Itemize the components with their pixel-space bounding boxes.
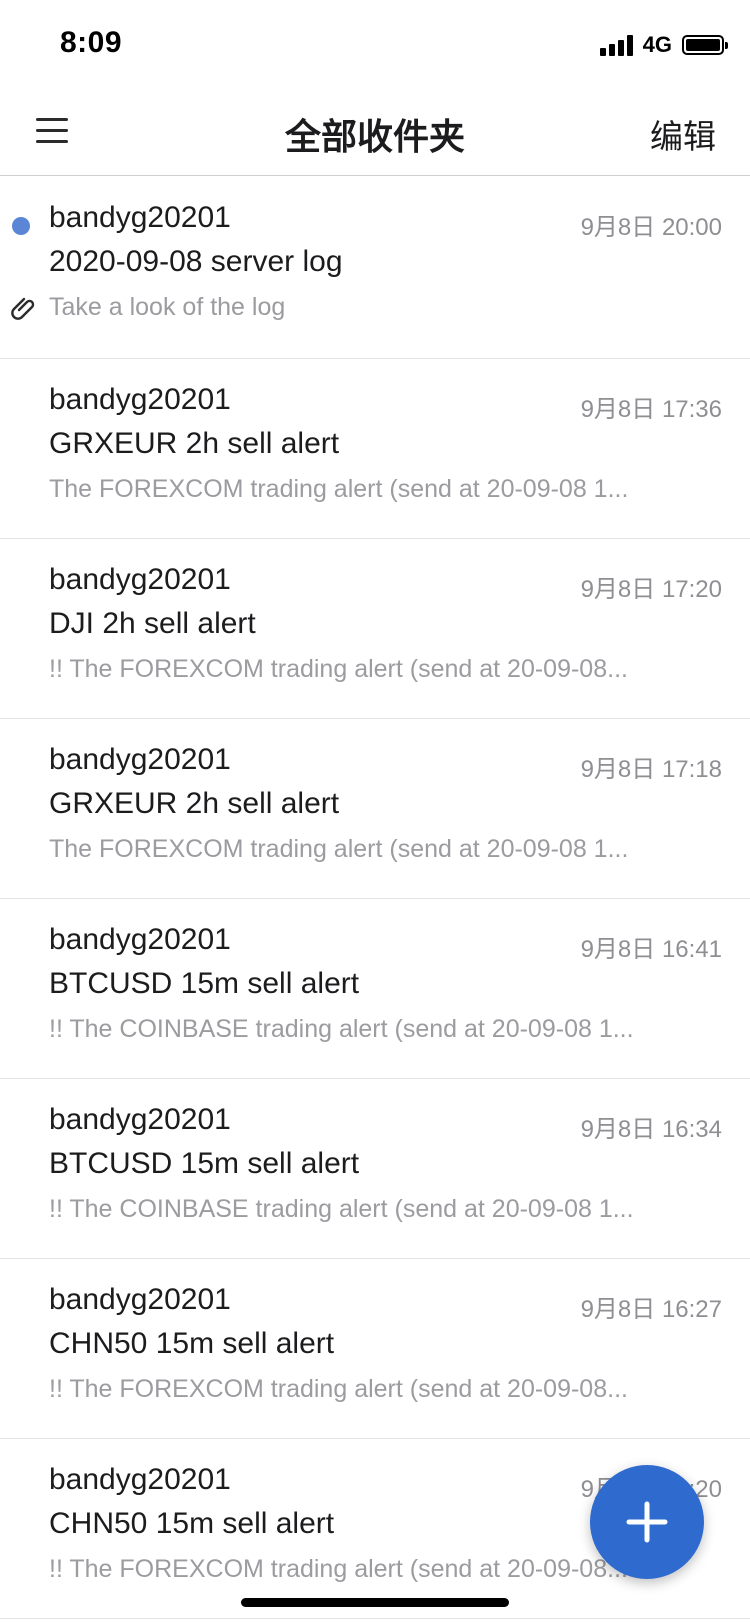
- mail-time: 9月8日 16:41: [580, 936, 722, 963]
- mail-sender: bandyg20201: [49, 383, 231, 416]
- mail-sender: bandyg20201: [49, 563, 231, 596]
- page-title: 全部收件夹: [284, 116, 465, 157]
- status-indicators: 4G: [599, 32, 728, 58]
- battery-level: [686, 39, 720, 51]
- mail-subject: GRXEUR 2h sell alert: [49, 427, 340, 460]
- mail-time: 9月8日 17:18: [580, 756, 722, 783]
- attachment-icon: [11, 297, 35, 320]
- battery-icon: [682, 35, 728, 55]
- mail-sender: bandyg20201: [49, 743, 231, 776]
- mail-preview: !! The FOREXCOM trading alert (send at 2…: [49, 655, 628, 683]
- mail-list: bandyg20201 9月8日 20:00 2020-09-08 server…: [0, 177, 750, 1619]
- mail-subject: BTCUSD 15m sell alert: [49, 1147, 360, 1180]
- network-type: 4G: [642, 32, 672, 57]
- mail-list-item[interactable]: bandyg20201 9月8日 16:41 BTCUSD 15m sell a…: [0, 899, 750, 1079]
- mail-sender: bandyg20201: [49, 1463, 231, 1496]
- mail-time: 9月8日 16:34: [580, 1116, 722, 1143]
- mail-preview: !! The FOREXCOM trading alert (send at 2…: [49, 1375, 628, 1403]
- edit-button[interactable]: 编辑: [650, 110, 716, 158]
- mail-time: 9月8日 17:20: [580, 576, 722, 603]
- mail-list-item[interactable]: bandyg20201 9月8日 20:00 2020-09-08 server…: [0, 177, 750, 359]
- mail-subject: 2020-09-08 server log: [49, 245, 343, 278]
- mail-subject: BTCUSD 15m sell alert: [49, 967, 360, 1000]
- mail-preview: Take a look of the log: [49, 293, 286, 321]
- mail-sender: bandyg20201: [49, 923, 231, 956]
- mail-list-item[interactable]: bandyg20201 9月8日 17:20 DJI 2h sell alert…: [0, 539, 750, 719]
- mail-list-item[interactable]: bandyg20201 9月8日 16:27 CHN50 15m sell al…: [0, 1259, 750, 1439]
- mail-preview: !! The COINBASE trading alert (send at 2…: [49, 1195, 634, 1223]
- mail-list-item[interactable]: bandyg20201 9月8日 16:34 BTCUSD 15m sell a…: [0, 1079, 750, 1259]
- cellular-signal-icon: [599, 34, 633, 56]
- mail-preview: The FOREXCOM trading alert (send at 20-0…: [49, 475, 629, 503]
- status-time: 8:09: [60, 26, 123, 59]
- mail-sender: bandyg20201: [49, 1103, 231, 1136]
- nav-bar: 全部收件夹 编辑: [0, 90, 750, 176]
- mail-time: 9月8日 17:36: [580, 396, 722, 423]
- mail-list-item[interactable]: bandyg20201 9月8日 17:36 GRXEUR 2h sell al…: [0, 359, 750, 539]
- home-indicator[interactable]: [241, 1598, 509, 1607]
- status-bar: 8:09 4G: [0, 0, 750, 90]
- mail-subject: CHN50 15m sell alert: [49, 1507, 335, 1540]
- plus-icon: [626, 1501, 668, 1543]
- compose-button[interactable]: [590, 1465, 704, 1579]
- mail-subject: CHN50 15m sell alert: [49, 1327, 335, 1360]
- mail-time: 9月8日 16:27: [580, 1296, 722, 1323]
- mail-preview: The FOREXCOM trading alert (send at 20-0…: [49, 835, 629, 863]
- mail-list-item[interactable]: bandyg20201 9月8日 17:18 GRXEUR 2h sell al…: [0, 719, 750, 899]
- mail-preview: !! The COINBASE trading alert (send at 2…: [49, 1015, 634, 1043]
- unread-dot-icon: [12, 217, 30, 235]
- mail-subject: DJI 2h sell alert: [49, 607, 256, 640]
- mail-subject: GRXEUR 2h sell alert: [49, 787, 340, 820]
- mail-time: 9月8日 20:00: [580, 214, 722, 241]
- mail-sender: bandyg20201: [49, 201, 231, 234]
- mail-sender: bandyg20201: [49, 1283, 231, 1316]
